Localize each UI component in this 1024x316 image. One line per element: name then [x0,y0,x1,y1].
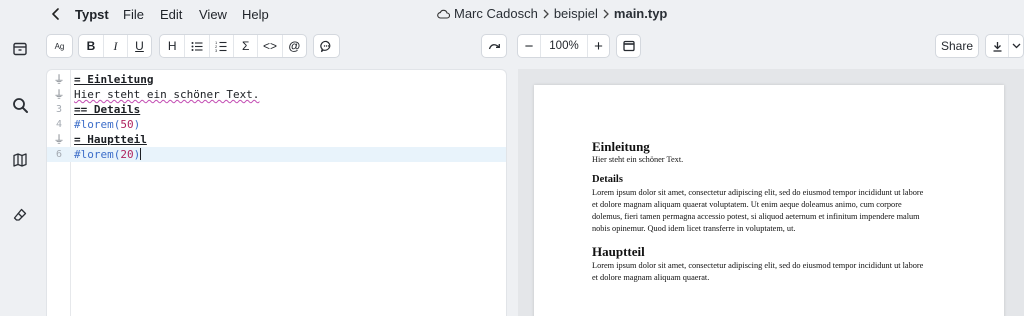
preview-heading-main: Hauptteil [592,244,645,259]
comment-icon [320,40,331,52]
preview-page: Einleitung Hier steht ein schöner Text. … [534,85,1004,316]
outline-button[interactable] [10,150,30,170]
format-button[interactable]: Ag [46,34,73,58]
math-button[interactable]: Σ [232,35,257,57]
insert-group: H 123 Σ <> @ [159,34,307,58]
underline-button[interactable]: U [126,35,151,57]
breadcrumb-project[interactable]: beispiel [554,6,598,21]
search-icon [12,97,28,113]
italic-button[interactable]: I [102,35,127,57]
fit-page-button[interactable] [616,34,641,58]
menu-view[interactable]: View [199,7,227,22]
svg-text:3: 3 [215,48,218,52]
cloud-icon [437,9,450,19]
chevron-right-icon [603,9,609,18]
code-line-active[interactable]: 6 #lorem(20) [47,147,506,162]
code-text: #lorem(20) [74,148,142,161]
bullet-list-icon [191,41,203,51]
preview-paragraph-line: dolemus, fieri tamen permagna accessio p… [592,212,920,221]
code-text: == Details [74,103,141,116]
menu-help[interactable]: Help [242,7,269,22]
line-number: 6 [55,149,63,160]
heading-button[interactable]: H [160,35,184,57]
numbered-list-icon: 123 [215,40,227,52]
breadcrumb-owner[interactable]: Marc Cadosch [454,6,538,21]
text-style-group: B I U [78,34,152,58]
redo-arrow-icon [488,44,500,50]
share-button[interactable]: Share [935,34,979,58]
map-icon [13,153,27,167]
code-line[interactable]: 4 #lorem(50) [47,117,506,132]
code-editor[interactable]: ⏚ = Einleitung ⏚ Hier steht ein schöner … [46,69,507,316]
line-number: 4 [55,119,63,130]
back-button[interactable] [48,5,64,23]
preview-paragraph-line: Lorem ipsum dolor sit amet, consectetur … [592,261,924,270]
export-menu-button[interactable] [1008,35,1023,57]
bullet-list-button[interactable] [184,35,208,57]
preview-intro-text: Hier steht ein schöner Text. [592,155,684,164]
window-icon [622,40,635,52]
app-name: Typst [75,7,109,22]
files-button[interactable] [10,39,30,59]
preview-heading-details: Details [592,174,623,185]
preview-heading-intro: Einleitung [592,139,650,154]
code-line[interactable]: ⏚ Hier steht ein schöner Text. [47,87,506,102]
eraser-icon [13,208,27,221]
code-text: #lorem(50) [74,118,141,131]
text-cursor [140,148,142,160]
code-line[interactable]: ⏚ = Einleitung [47,72,506,87]
fold-marker-icon[interactable]: ⏚ [47,87,71,102]
code-text: = Einleitung [74,73,154,86]
breadcrumb: Marc Cadosch beispiel main.typ [437,6,667,21]
reference-button[interactable]: @ [281,35,306,57]
preview-paragraph-line: et dolore magnam aliquam quaerat. [592,273,710,282]
preview-paragraph-line: Lorem ipsum dolor sit amet, consectetur … [592,188,924,197]
download-button[interactable] [986,35,1008,57]
download-icon [993,41,1001,52]
zoom-group: − 100% + [517,34,610,58]
menu-edit[interactable]: Edit [160,7,182,22]
code-line[interactable]: 3 == Details [47,102,506,117]
comment-button[interactable] [313,34,340,58]
chevron-right-icon [543,9,549,18]
bold-button[interactable]: B [79,35,103,57]
preview-paragraph-line: et dolore magnam aliquam quaerat volupta… [592,200,902,209]
zoom-in-button[interactable]: + [587,35,609,57]
chevron-down-icon [1012,43,1020,49]
chevron-left-icon [52,8,59,20]
breadcrumb-file[interactable]: main.typ [614,6,667,21]
download-group [985,34,1024,58]
search-button[interactable] [10,95,30,115]
menu-file[interactable]: File [123,7,144,22]
menu-bar: Typst File Edit View Help Marc Cadosch b… [0,0,1024,28]
fold-marker-icon[interactable]: ⏚ [47,132,71,147]
preview-paragraph-line: nobis opinemur. Quod idem licet transfer… [592,224,796,233]
code-button[interactable]: <> [257,35,281,57]
zoom-out-button[interactable]: − [518,35,540,57]
help-button[interactable] [10,205,30,225]
archive-icon [13,42,27,56]
zoom-level[interactable]: 100% [540,35,587,57]
line-number: 3 [55,104,63,115]
sync-scroll-button[interactable] [481,34,507,58]
fold-marker-icon[interactable]: ⏚ [47,72,71,87]
numbered-list-button[interactable]: 123 [208,35,233,57]
preview-pane[interactable]: Einleitung Hier steht ein schöner Text. … [518,69,1024,316]
code-line[interactable]: ⏚ = Hauptteil [47,132,506,147]
code-text: Hier steht ein schöner Text. [74,88,260,101]
code-text: = Hauptteil [74,133,147,146]
